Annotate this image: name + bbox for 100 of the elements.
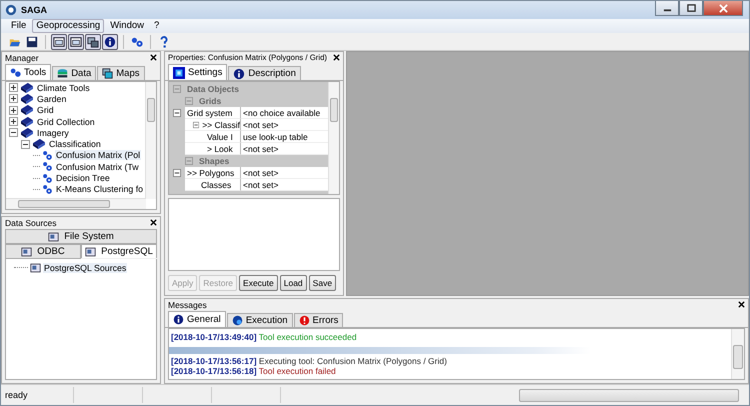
panel-tab[interactable]: Data bbox=[52, 66, 96, 80]
panel-tab[interactable]: Description bbox=[228, 66, 301, 80]
menu-item[interactable]: File bbox=[7, 19, 30, 33]
close-panel-button[interactable] bbox=[150, 219, 157, 226]
tree-item[interactable]: Confusion Matrix (Tw bbox=[55, 162, 140, 172]
gear-icon bbox=[42, 172, 53, 184]
layers-button[interactable] bbox=[85, 34, 101, 50]
expand-icon[interactable] bbox=[9, 83, 18, 92]
panel-button[interactable]: Load bbox=[280, 275, 307, 291]
tree-item[interactable]: Classification bbox=[48, 139, 102, 150]
help-icon bbox=[158, 36, 170, 48]
close-icon bbox=[150, 219, 157, 226]
window-title: SAGA bbox=[21, 5, 48, 15]
property-name: > Look bbox=[207, 144, 233, 154]
database-icon bbox=[57, 68, 68, 79]
collapse-icon[interactable] bbox=[21, 140, 30, 149]
database-icon bbox=[30, 262, 41, 273]
close-panel-button[interactable] bbox=[738, 301, 745, 308]
gear-icon bbox=[42, 161, 53, 172]
property-group: Grids bbox=[199, 96, 222, 106]
window-button[interactable] bbox=[51, 34, 67, 50]
log-timestamp: [2018-10-17/13:49:40] bbox=[171, 332, 257, 342]
tree-item[interactable]: Climate Tools bbox=[36, 82, 91, 93]
book-icon bbox=[32, 138, 46, 150]
window-icon bbox=[53, 36, 65, 48]
app-logo-icon bbox=[5, 4, 17, 16]
panel-tab[interactable]: General bbox=[168, 311, 226, 327]
close-panel-button[interactable] bbox=[333, 54, 340, 61]
log-message: Tool execution succeeded bbox=[258, 332, 357, 342]
panel-tab[interactable]: ODBC bbox=[5, 244, 81, 259]
panel-button[interactable]: Save bbox=[308, 275, 336, 291]
settings-icon bbox=[173, 66, 185, 78]
maximize-icon bbox=[686, 4, 696, 12]
panel-tab[interactable]: Execution bbox=[226, 313, 293, 327]
tree-item[interactable]: Grid bbox=[36, 105, 55, 116]
book-icon bbox=[20, 116, 34, 128]
scrollbar[interactable] bbox=[328, 82, 339, 194]
menu-item[interactable]: ? bbox=[150, 19, 164, 33]
property-name: >> Polygons bbox=[187, 168, 234, 178]
tree-item[interactable]: Confusion Matrix (Pol bbox=[55, 150, 142, 160]
property-value[interactable]: use look-up table bbox=[241, 131, 328, 143]
property-name: Grid system bbox=[187, 108, 232, 118]
menu-item[interactable]: Window bbox=[106, 19, 148, 33]
tree-item[interactable]: K-Means Clustering fo bbox=[55, 184, 144, 194]
database-icon bbox=[21, 246, 32, 256]
close-icon bbox=[150, 54, 157, 61]
tree-item[interactable]: PostgreSQL Sources bbox=[43, 262, 128, 273]
info-button[interactable] bbox=[102, 34, 118, 50]
close-icon bbox=[333, 54, 340, 61]
info-icon bbox=[104, 36, 116, 48]
close-panel-button[interactable] bbox=[150, 54, 157, 61]
gears-icon bbox=[10, 67, 21, 78]
property-value[interactable]: <no choice available bbox=[241, 107, 328, 119]
panel-title: Manager bbox=[5, 52, 39, 62]
menu-item[interactable]: Geoprocessing bbox=[32, 19, 104, 33]
status-text: ready bbox=[1, 387, 74, 403]
database-icon bbox=[48, 232, 60, 242]
panel-tab[interactable]: Tools bbox=[5, 64, 52, 80]
panel-tab[interactable]: Errors bbox=[294, 313, 344, 327]
book-icon bbox=[20, 92, 34, 105]
tree-item[interactable]: Garden bbox=[36, 94, 68, 104]
database-icon bbox=[85, 246, 96, 256]
panel-tab[interactable]: PostgreSQL bbox=[81, 244, 157, 258]
collapse-icon[interactable] bbox=[9, 128, 18, 138]
close-button[interactable] bbox=[703, 1, 743, 16]
panel-tab[interactable]: File System bbox=[5, 229, 157, 244]
error-icon bbox=[298, 315, 310, 326]
log-message: Executing tool: Confusion Matrix (Polygons / Grid) bbox=[258, 356, 447, 366]
scrollbar[interactable] bbox=[731, 329, 744, 379]
tree-item[interactable]: Grid Collection bbox=[36, 116, 96, 127]
property-value[interactable]: <not set> bbox=[241, 179, 328, 191]
tree-item[interactable]: Decision Tree bbox=[55, 173, 111, 184]
property-value[interactable]: <not set> bbox=[241, 119, 328, 131]
book-icon bbox=[20, 104, 34, 116]
panel-tab[interactable]: Maps bbox=[97, 66, 144, 80]
property-name: >> Classif bbox=[202, 120, 240, 130]
collapse-icon[interactable] bbox=[173, 109, 181, 117]
log-timestamp: [2018-10-17/13:56:17] bbox=[171, 356, 257, 366]
property-value[interactable]: <not set> bbox=[241, 143, 328, 155]
book-icon bbox=[20, 126, 34, 139]
panel-tab[interactable]: Settings bbox=[168, 64, 228, 80]
property-group: Data Objects bbox=[187, 84, 239, 94]
expand-icon[interactable] bbox=[9, 94, 18, 104]
scrollbar[interactable] bbox=[6, 198, 146, 209]
expand-icon[interactable] bbox=[9, 117, 18, 126]
property-value[interactable]: <not set> bbox=[241, 167, 328, 179]
expand-icon[interactable] bbox=[9, 106, 18, 115]
layers-icon bbox=[102, 68, 114, 79]
window-button[interactable] bbox=[68, 34, 84, 50]
minimize-button[interactable] bbox=[655, 1, 679, 16]
gear-icon bbox=[42, 150, 53, 161]
scrollbar[interactable] bbox=[145, 82, 156, 199]
log-timestamp: [2018-10-17/13:56:18] bbox=[171, 366, 257, 376]
collapse-icon[interactable] bbox=[173, 169, 181, 177]
tree-item[interactable]: Imagery bbox=[36, 128, 70, 138]
property-name: Value I bbox=[207, 132, 233, 142]
close-icon bbox=[718, 4, 728, 12]
panel-button[interactable]: Execute bbox=[239, 275, 278, 291]
maximize-button[interactable] bbox=[679, 1, 703, 16]
close-icon bbox=[738, 301, 745, 308]
